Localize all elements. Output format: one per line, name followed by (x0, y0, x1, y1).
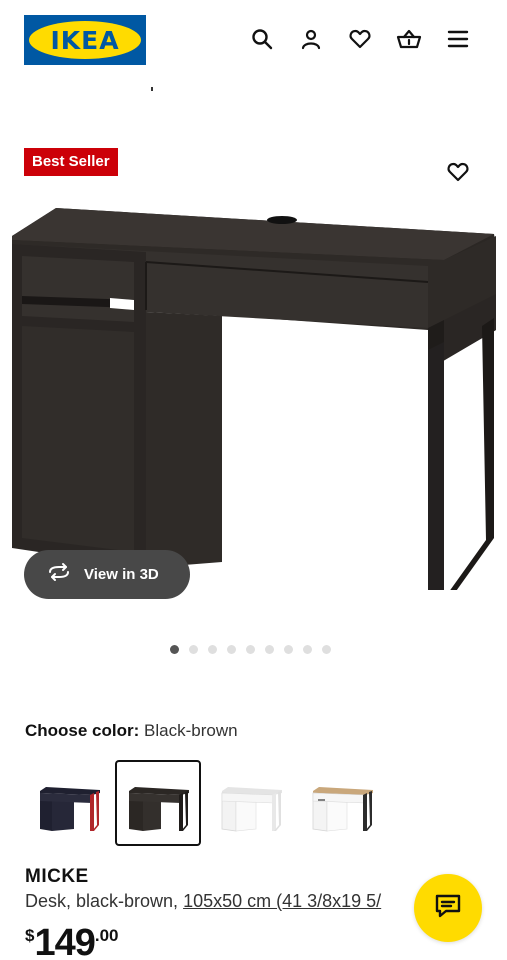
carousel-dot[interactable] (322, 645, 331, 654)
desk-image (12, 208, 496, 590)
color-chooser-label: Choose color: Black-brown (25, 721, 238, 741)
selected-color-value: Black-brown (144, 721, 238, 740)
carousel-dot[interactable] (284, 645, 293, 654)
carousel-dot[interactable] (246, 645, 255, 654)
carousel-dot[interactable] (265, 645, 274, 654)
color-swatch-black-red[interactable] (24, 760, 110, 846)
separator-mark (151, 87, 153, 91)
basket-icon[interactable] (394, 24, 424, 54)
favorite-icon[interactable] (443, 157, 473, 187)
product-description-text: Desk, black-brown, (25, 891, 184, 911)
view-in-3d-label: View in 3D (84, 566, 159, 583)
price-currency: $ (25, 926, 35, 945)
product-price: $149.00 (25, 922, 119, 960)
chat-icon (434, 893, 462, 924)
product-name: MICKE (25, 866, 89, 887)
product-size-link[interactable]: 105x50 cm (41 3/8x19 5/ (183, 891, 381, 911)
product-page: IKEA Best Seller View in 3D Choose color… (0, 0, 507, 960)
chat-button[interactable] (414, 874, 482, 942)
top-header: IKEA (0, 0, 507, 80)
search-icon[interactable] (247, 24, 277, 54)
choose-color-heading: Choose color: (25, 721, 140, 740)
ikea-logo-text: IKEA (29, 21, 141, 59)
product-gallery[interactable]: Best Seller View in 3D (0, 140, 507, 620)
color-swatch-black-brown[interactable] (115, 760, 201, 846)
user-icon[interactable] (296, 24, 326, 54)
carousel-dot[interactable] (170, 645, 179, 654)
carousel-dots (170, 645, 331, 655)
heart-icon[interactable] (345, 24, 375, 54)
menu-icon[interactable] (443, 24, 473, 54)
best-seller-badge: Best Seller (24, 148, 118, 176)
price-integer: 149 (34, 922, 95, 960)
color-swatch-white[interactable] (206, 760, 292, 846)
view-in-3d-button[interactable]: View in 3D (24, 550, 190, 599)
carousel-dot[interactable] (227, 645, 236, 654)
product-description: Desk, black-brown, 105x50 cm (41 3/8x19 … (25, 891, 381, 912)
carousel-dot[interactable] (208, 645, 217, 654)
price-decimal: .00 (94, 926, 119, 945)
ikea-logo[interactable]: IKEA (24, 15, 146, 65)
carousel-dot[interactable] (189, 645, 198, 654)
color-swatch-white-oak[interactable] (297, 760, 383, 846)
rotate-3d-icon (46, 562, 72, 587)
carousel-dot[interactable] (303, 645, 312, 654)
